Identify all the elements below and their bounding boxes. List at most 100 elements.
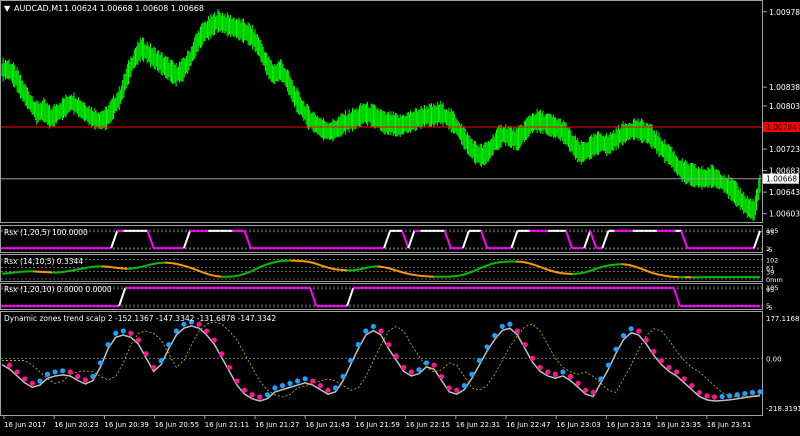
rsx-segment	[111, 231, 117, 248]
time-label: 16 Jun 20:39	[104, 421, 148, 429]
rsx-3-label: Rsx (1,20,10) 0.0000 0.0000	[4, 285, 112, 294]
rsx-segment	[585, 271, 591, 273]
dz-down-dot	[583, 388, 588, 393]
dz-down-dot	[234, 378, 239, 383]
rsx-segment	[463, 231, 469, 248]
dz-down-dot	[227, 365, 232, 370]
rsx-segment	[134, 267, 140, 268]
dz-down-dot	[568, 374, 573, 379]
rsx-segment	[660, 275, 666, 276]
dz-down-dot	[128, 331, 133, 336]
dz-up-dot	[265, 392, 270, 397]
rsx-segment	[584, 231, 590, 248]
rsx-segment	[597, 266, 603, 268]
dz-down-dot	[636, 328, 641, 333]
symbol-title: AUDCAD,M1	[14, 4, 63, 13]
rsx-segment	[209, 274, 215, 276]
rsx-segment	[245, 231, 251, 248]
rsx-segment	[309, 262, 315, 264]
dz-level-label: -218.3191	[766, 405, 800, 413]
rsx-segment	[240, 273, 246, 275]
dz-up-dot	[757, 389, 762, 394]
rsx-segment	[478, 266, 484, 269]
rsx-segment	[265, 263, 271, 265]
rsx-segment	[681, 231, 687, 248]
rsx-segment	[754, 231, 760, 248]
rsx-segment	[628, 265, 634, 267]
rsx-2-plot: 10261390mm	[1, 257, 783, 284]
rsx-segment	[602, 231, 608, 248]
dz-down-dot	[310, 378, 315, 383]
dz-up-dot	[341, 374, 346, 379]
price-label: 1.00723	[769, 145, 800, 154]
dz-up-dot	[507, 322, 512, 327]
dz-down-dot	[15, 369, 20, 374]
dz-up-dot	[477, 358, 482, 363]
dz-down-dot	[651, 349, 656, 354]
rsx-segment	[466, 272, 472, 274]
dz-up-dot	[424, 360, 429, 365]
rsx-segment	[234, 275, 240, 276]
dz-down-dot	[447, 385, 452, 390]
dz-down-dot	[530, 356, 535, 361]
rsx-segment	[481, 231, 487, 248]
dropdown-arrow-icon[interactable]: ▼	[4, 4, 11, 13]
dz-up-dot	[303, 376, 308, 381]
rsx-segment	[591, 268, 597, 270]
dz-down-dot	[575, 381, 580, 386]
price-label: 1.00978	[769, 8, 800, 17]
dz-down-dot	[591, 390, 596, 395]
rsx-segment	[403, 273, 409, 275]
dz-down-dot	[30, 381, 35, 386]
dz-up-dot	[121, 328, 126, 333]
rsx-segment	[353, 269, 359, 270]
dz-up-dot	[106, 342, 111, 347]
dz-up-dot	[621, 333, 626, 338]
dz-up-dot	[166, 342, 171, 347]
rsx-segment	[384, 231, 390, 248]
rsx-segment	[184, 266, 190, 268]
rsx-segment	[635, 266, 641, 268]
price-label: 1.00643	[769, 188, 800, 197]
rsx-segment	[71, 269, 77, 270]
chart-canvas[interactable]: 105951-5 10261390mm 105955-5 177.11680.0…	[0, 0, 800, 432]
rsx-segment	[58, 272, 64, 273]
dz-down-dot	[431, 363, 436, 368]
dz-up-dot	[598, 376, 603, 381]
time-label: 16 Jun 21:59	[355, 421, 399, 429]
time-label: 16 Jun 21:11	[205, 421, 249, 429]
level-label: -5	[766, 246, 772, 254]
time-label: 16 Jun 22:31	[456, 421, 500, 429]
dz-up-dot	[750, 390, 755, 395]
dz-up-dot	[98, 360, 103, 365]
rsx-segment	[409, 274, 415, 275]
rsx-segment	[171, 263, 177, 264]
rsx-segment	[359, 268, 365, 270]
rsx-segment	[347, 288, 353, 306]
rsx-segment	[202, 272, 208, 274]
dz-down-dot	[219, 351, 224, 356]
level-label: 0mm	[766, 276, 783, 284]
price-label: 1.00803	[769, 102, 800, 111]
price-label: 1.00603	[769, 210, 800, 219]
rsx-segment	[445, 231, 451, 248]
dz-envelope-line	[2, 326, 760, 401]
dz-up-dot	[280, 383, 285, 388]
rsx-segment	[408, 231, 414, 248]
dz-down-dot	[674, 369, 679, 374]
time-axis: 16 Jun 201716 Jun 20:2316 Jun 20:3916 Ju…	[4, 416, 751, 429]
rsx-segment	[303, 261, 309, 262]
dz-down-dot	[659, 358, 664, 363]
ohlc-values: 1.00624 1.00668 1.00608 1.00668	[64, 4, 204, 13]
dz-up-dot	[613, 347, 618, 352]
rsx-segment	[459, 274, 465, 276]
rsx-segment	[365, 267, 371, 268]
time-label: 16 Jun 20:55	[155, 421, 199, 429]
chart-window[interactable]: 105951-5 10261390mm 105955-5 177.11680.0…	[0, 0, 800, 432]
level-label: -5	[766, 304, 772, 312]
rsx-3-plot: 105955-5	[1, 284, 778, 312]
rsx-segment	[522, 262, 528, 263]
price-candles	[2, 9, 760, 221]
time-label: 16 Jun 20:23	[54, 421, 98, 429]
dz-up-dot	[371, 324, 376, 329]
